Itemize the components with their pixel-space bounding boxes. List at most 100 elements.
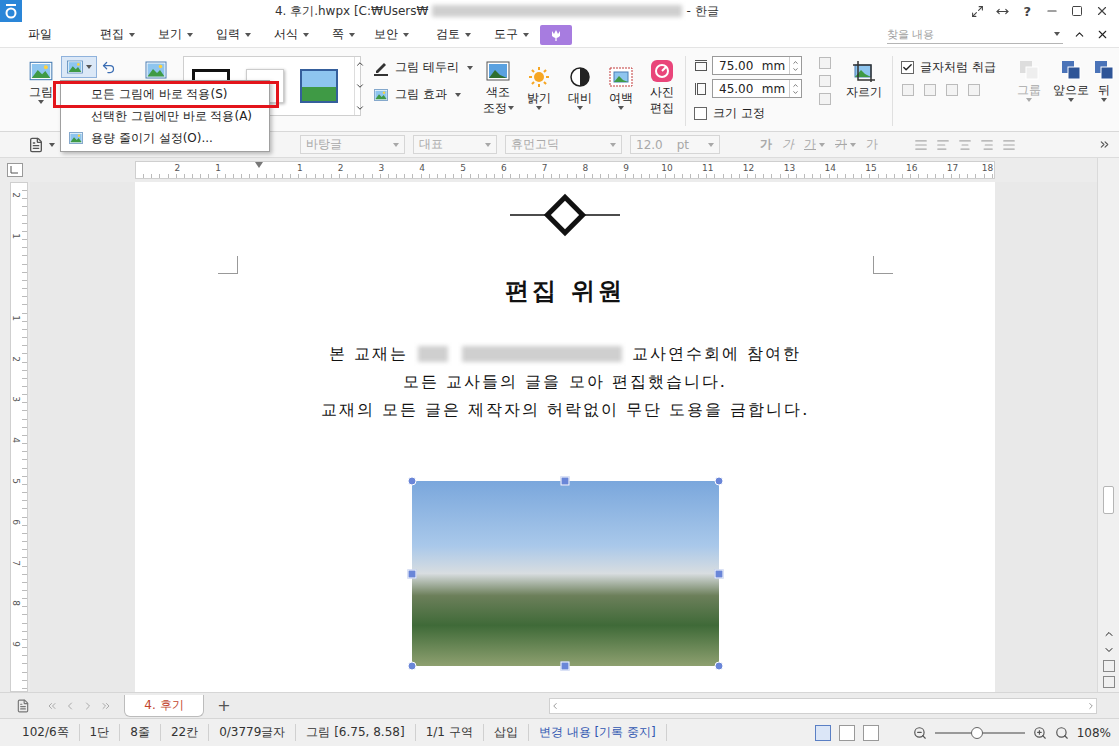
zoom-slider[interactable] [935, 725, 1025, 741]
adjust-button[interactable]: 대비 [565, 62, 595, 110]
more-icon[interactable] [1098, 138, 1111, 151]
ruler-row: 21123456789101112131415161718 [30, 158, 1097, 182]
search-field[interactable]: 찾을 내용 [887, 26, 1063, 44]
resize-icon[interactable] [996, 5, 1009, 18]
wrap-icon [923, 83, 937, 97]
up-icon[interactable] [355, 59, 365, 69]
heading: 편집 위원 [505, 275, 624, 307]
resize-handle[interactable] [407, 662, 416, 671]
tab-bar: 4. 후기 + [0, 692, 1119, 718]
zoom-out-icon[interactable] [913, 726, 927, 740]
arrange-icon [1059, 58, 1083, 82]
page-icon[interactable] [16, 699, 30, 713]
width-field[interactable]: 75.00mm [712, 56, 802, 75]
document-tab[interactable]: 4. 후기 [124, 695, 204, 717]
picture-icon [66, 58, 84, 76]
workspace: 2112345678921123456789101112131415161718… [0, 158, 1119, 692]
page-down-icon[interactable] [1103, 676, 1115, 688]
align-left-icon [936, 138, 950, 152]
resize-handle[interactable] [407, 569, 416, 578]
adjust-button[interactable]: 색조조정 [483, 56, 513, 116]
menu-option[interactable]: 선택한 그림에만 바로 적용(A) [61, 105, 269, 127]
fullscreen-icon[interactable] [971, 5, 984, 18]
up-icon[interactable] [792, 82, 799, 89]
adjust-button[interactable]: 밝기 [524, 62, 554, 110]
arrange-button[interactable]: 뒤 [1093, 56, 1115, 102]
treat-as-char-checkbox[interactable]: 글자처럼 취급 [901, 56, 1001, 79]
close-document-icon[interactable] [1096, 28, 1109, 41]
menu-item[interactable]: 검토 [436, 26, 494, 43]
add-tab-button[interactable]: + [212, 696, 236, 716]
menu-item[interactable]: 편집 [100, 26, 158, 43]
status-item: 8줄 [120, 724, 161, 741]
separator [892, 56, 893, 126]
menu-option[interactable]: 용량 줄이기 설정(O)... [61, 127, 269, 149]
menu-item[interactable]: 도구 [494, 26, 540, 43]
menu-item[interactable]: 보안 [374, 26, 436, 43]
document-icon[interactable] [28, 137, 44, 153]
up-icon[interactable] [792, 59, 799, 66]
scroll-track[interactable] [1101, 162, 1116, 622]
page-up-icon[interactable] [1103, 660, 1115, 672]
scroll-thumb[interactable] [1103, 486, 1114, 514]
adjust-button[interactable]: 사진편집 [647, 56, 677, 116]
document-image[interactable] [412, 481, 719, 666]
down-icon[interactable] [792, 66, 799, 73]
close-icon[interactable] [1095, 4, 1109, 18]
extension-button[interactable] [540, 25, 572, 45]
picture-style-button[interactable] [141, 56, 171, 82]
view-button[interactable] [815, 725, 831, 741]
status-item[interactable]: 변경 내용 [기록 중지] [529, 724, 667, 741]
menu-option[interactable]: 모든 그림에 바로 적용(S) [61, 83, 269, 105]
checkbox[interactable] [901, 61, 914, 74]
view-button[interactable] [863, 725, 879, 741]
minimize-icon[interactable] [1045, 4, 1059, 18]
indent-marker[interactable] [255, 162, 263, 168]
view-button[interactable] [839, 725, 855, 741]
distribute-icon [1002, 138, 1016, 152]
checkbox[interactable] [694, 107, 707, 120]
menu-item[interactable]: 서식 [274, 26, 332, 43]
scroll-up-icon[interactable] [1103, 628, 1115, 640]
resize-handle[interactable] [714, 477, 723, 486]
horizontal-scrollbar[interactable] [549, 698, 1097, 714]
down-icon[interactable] [355, 81, 365, 91]
resize-handle[interactable] [561, 477, 570, 486]
height-field[interactable]: 45.00mm [712, 79, 802, 98]
zoom-thumb[interactable] [971, 727, 983, 739]
down-icon[interactable] [792, 89, 799, 96]
scroll-down-icon[interactable] [1103, 644, 1115, 656]
collapse-icon[interactable] [1073, 28, 1086, 41]
vertical-scrollbar [1097, 158, 1119, 692]
zoom-in-icon[interactable] [1033, 726, 1047, 740]
contrast-icon [567, 64, 593, 90]
arrange-button[interactable]: 앞으로 [1051, 56, 1091, 102]
zoom-icon[interactable] [1055, 726, 1069, 740]
crop-button[interactable]: 자르기 [844, 56, 884, 100]
scroll-right-icon[interactable] [1086, 701, 1096, 711]
maximize-icon[interactable] [1071, 5, 1083, 17]
help-button[interactable]: ? [1021, 4, 1033, 19]
menu-item[interactable]: 보기 [158, 26, 216, 43]
caret-icon [393, 143, 399, 147]
vertical-ruler: 21123456789 [10, 182, 28, 692]
picture-border-button[interactable]: 그림 테두리 [373, 56, 483, 79]
page[interactable]: 편집 위원본 교재는교사연수회에 참여한모든 교사들의 글을 모아 편집했습니다… [135, 182, 995, 692]
resize-handle[interactable] [407, 477, 416, 486]
picture-effect-button[interactable]: 그림 효과 [373, 83, 483, 106]
resize-handle[interactable] [714, 662, 723, 671]
menu-item[interactable]: 파일 [28, 26, 100, 43]
apply-dropdown-button[interactable] [61, 56, 97, 78]
adjust-button[interactable]: 여백 [606, 62, 636, 110]
reset-icon[interactable] [101, 60, 116, 75]
more-icon[interactable] [355, 103, 365, 113]
resize-handle[interactable] [714, 569, 723, 578]
size-lock-checkbox[interactable]: 크기 고정 [694, 102, 814, 125]
style-thumb[interactable] [300, 69, 338, 103]
caret-icon [403, 33, 409, 37]
menu-item[interactable]: 쪽 [332, 26, 374, 43]
search-area: 찾을 내용 [887, 26, 1119, 44]
menu-item[interactable]: 입력 [216, 26, 274, 43]
resize-handle[interactable] [561, 662, 570, 671]
scroll-left-icon[interactable] [550, 701, 560, 711]
